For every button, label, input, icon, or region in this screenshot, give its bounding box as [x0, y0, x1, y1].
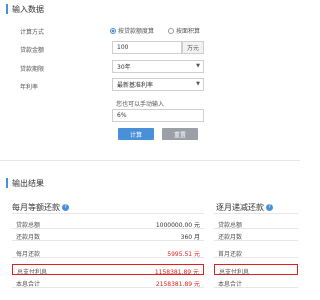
rate-select[interactable]: 最新基准利率 ▼ [112, 78, 204, 91]
table-row-highlighted: 总支付利息 [214, 264, 298, 276]
row-label: 还款月数 [218, 234, 243, 241]
row-label: 贷款总额 [16, 222, 41, 229]
question-icon[interactable]: ? [266, 204, 273, 211]
table-row-highlighted: 总支付利息 1158381.89 元 [12, 264, 204, 276]
table-row: 还款月数 [214, 230, 298, 241]
question-icon[interactable]: ? [62, 204, 69, 211]
table-row: 本息合计 2158381.89 元 [12, 277, 204, 288]
radio-icon [110, 27, 116, 34]
row-label: 首月还款 [218, 251, 243, 258]
equal-payment-title-text: 每月等额还款 [12, 203, 60, 212]
equal-payment-table: 贷款总额 1000000.00 元 还款月数 360 月 每月还款 5995.5… [12, 213, 204, 292]
table-row: 贷款总额 1000000.00 元 [12, 218, 204, 229]
row-label: 总支付利息 [17, 269, 48, 276]
row-label: 本息合计 [16, 281, 41, 288]
equal-payment-title: 每月等额还款? [12, 202, 69, 213]
row-label: 还款月数 [16, 234, 41, 241]
rate-value: 最新基准利率 [117, 82, 154, 89]
calc-method-label: 计算方式 [20, 29, 45, 36]
decreasing-payment-table: 贷款总额 还款月数 首月还款 总支付利息 本息合计 [214, 213, 298, 292]
row-value: 1158381.89 元 [154, 269, 199, 276]
chevron-down-icon: ▼ [196, 63, 200, 69]
table-row: 还款月数 360 月 [12, 230, 204, 241]
section-bar [6, 4, 8, 14]
table-row: 本息合计 [214, 277, 298, 288]
output-section-title: 输出结果 [12, 179, 44, 188]
loan-amount-input[interactable]: 100 [112, 41, 182, 54]
row-label: 贷款总额 [218, 222, 243, 229]
table-row: 首月还款 [214, 247, 298, 258]
row-label: 每月还款 [16, 251, 41, 258]
reset-button[interactable]: 重置 [162, 128, 198, 140]
row-value: 2158381.89 元 [155, 281, 200, 288]
chevron-down-icon: ▼ [196, 81, 200, 87]
row-label: 总支付利息 [219, 269, 250, 276]
radio-label: 按贷款额度算 [118, 28, 155, 35]
table-row: 每月还款 5995.51 元 [12, 247, 204, 258]
rate-label: 年利率 [20, 84, 39, 91]
row-value: 5995.51 元 [167, 251, 200, 258]
manual-rate-hint: 您也可以手动输入 [116, 101, 165, 108]
radio-by-area[interactable]: 按面积算 [168, 26, 200, 35]
input-section-title: 输入数据 [12, 5, 44, 14]
radio-label: 按面积算 [176, 28, 201, 35]
loan-term-select[interactable]: 30年 ▼ [112, 60, 204, 73]
decreasing-payment-title-text: 逐月递减还款 [216, 203, 264, 212]
radio-icon [168, 27, 174, 34]
table-row: 贷款总额 [214, 218, 298, 229]
loan-amount-label: 贷款金额 [20, 47, 45, 54]
loan-amount-unit: 万元 [182, 41, 204, 54]
manual-rate-input[interactable]: 6% [112, 109, 204, 122]
row-value: 360 月 [180, 234, 200, 241]
calculate-button[interactable]: 计算 [118, 128, 154, 140]
loan-term-value: 30年 [117, 64, 131, 71]
divider [0, 160, 300, 161]
row-label: 本息合计 [218, 281, 243, 288]
decreasing-payment-title: 逐月递减还款? [216, 202, 273, 213]
radio-by-amount[interactable]: 按贷款额度算 [110, 26, 154, 35]
loan-term-label: 贷款期限 [20, 66, 45, 73]
row-value: 1000000.00 元 [155, 222, 200, 229]
section-bar [6, 178, 8, 188]
